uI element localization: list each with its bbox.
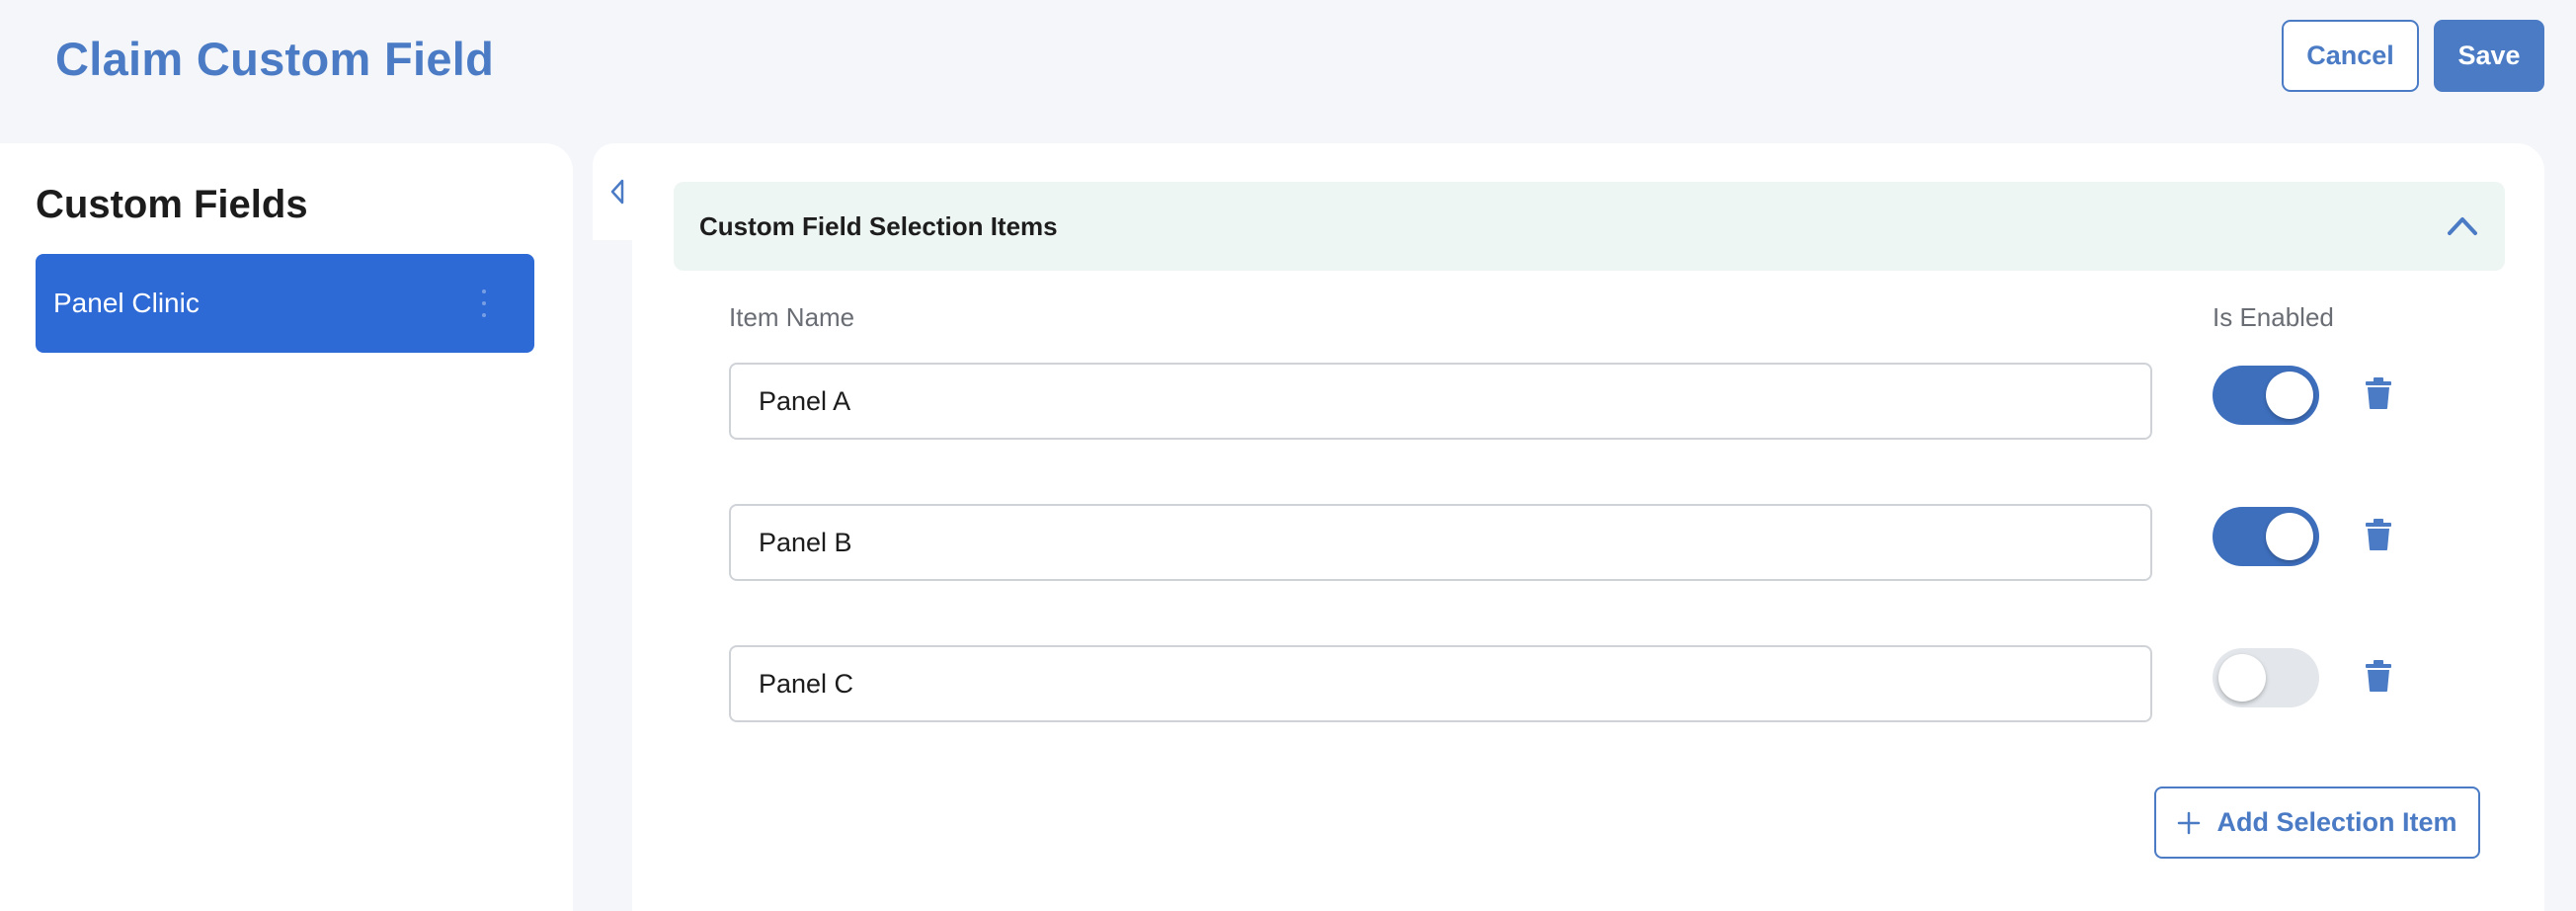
sidebar-title: Custom Fields: [36, 183, 308, 226]
column-header-is-enabled: Is Enabled: [2213, 302, 2334, 332]
is-enabled-toggle[interactable]: [2213, 648, 2319, 707]
kebab-menu-icon[interactable]: [482, 290, 488, 317]
sidebar-item-label: Panel Clinic: [53, 288, 200, 318]
cancel-button[interactable]: Cancel: [2282, 20, 2419, 92]
item-name-input[interactable]: [729, 363, 2152, 440]
caret-left-icon: [610, 179, 624, 205]
toggle-knob: [2218, 654, 2266, 702]
item-name-input[interactable]: [729, 504, 2152, 581]
section-header[interactable]: Custom Field Selection Items: [674, 182, 2505, 271]
collapse-sidebar-button[interactable]: [593, 143, 642, 240]
is-enabled-toggle[interactable]: [2213, 507, 2319, 566]
page-title: Claim Custom Field: [55, 33, 495, 85]
add-selection-item-button[interactable]: Add Selection Item: [2154, 787, 2480, 859]
item-name-input[interactable]: [729, 645, 2152, 722]
sidebar-item-panel-clinic[interactable]: Panel Clinic: [36, 254, 534, 353]
column-header-item-name: Item Name: [729, 302, 855, 332]
page: Claim Custom Field Cancel Save Custom Fi…: [0, 0, 2576, 911]
trash-icon[interactable]: [2364, 376, 2393, 410]
custom-fields-sidebar: Custom Fields Panel Clinic: [0, 143, 573, 911]
section-title: Custom Field Selection Items: [699, 210, 1058, 241]
is-enabled-toggle[interactable]: [2213, 366, 2319, 425]
trash-icon[interactable]: [2364, 518, 2393, 551]
add-selection-item-label: Add Selection Item: [2216, 807, 2457, 837]
toggle-knob: [2266, 372, 2313, 419]
trash-icon[interactable]: [2364, 659, 2393, 693]
plus-icon: [2178, 811, 2201, 834]
toggle-knob: [2266, 513, 2313, 560]
save-button[interactable]: Save: [2434, 20, 2544, 92]
chevron-up-icon[interactable]: [2446, 211, 2479, 239]
